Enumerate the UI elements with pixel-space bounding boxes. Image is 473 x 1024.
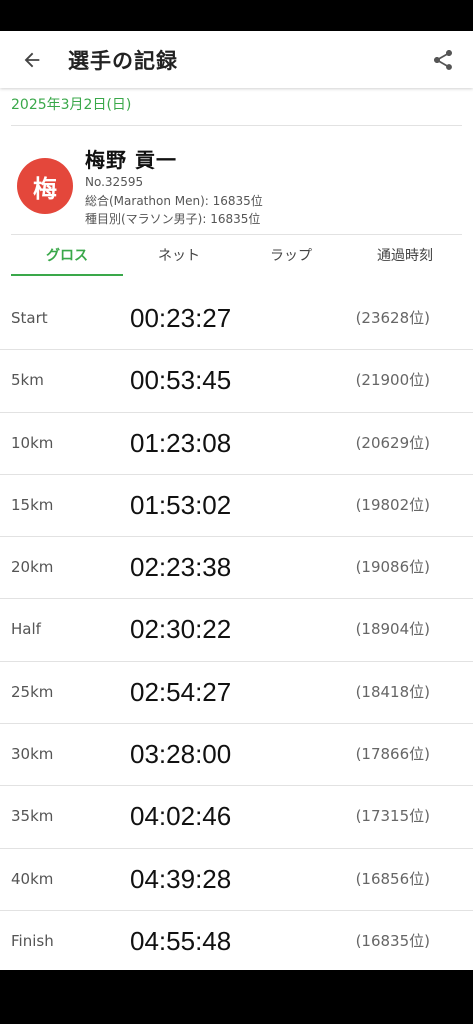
split-rank: (21900位) <box>355 371 430 390</box>
avatar: 梅 <box>17 158 73 214</box>
split-rank: (17315位) <box>355 807 430 826</box>
split-rank: (17866位) <box>355 745 430 764</box>
category-rank: 種目別(マラソン男子): 16835位 <box>85 212 261 226</box>
divider <box>11 234 462 235</box>
overall-rank: 総合(Marathon Men): 16835位 <box>85 194 263 208</box>
split-label: 25km <box>11 682 54 701</box>
race-date: 2025年3月2日(日) <box>11 97 132 113</box>
split-rank: (18904位) <box>355 620 430 639</box>
split-time: 04:02:46 <box>130 801 232 832</box>
page-title: 選手の記録 <box>68 48 178 73</box>
split-rank: (16856位) <box>355 869 430 888</box>
back-button[interactable] <box>10 38 54 82</box>
share-button[interactable] <box>421 38 465 82</box>
split-rank: (19802位) <box>355 495 430 514</box>
split-label: 35km <box>11 807 54 826</box>
top-app-bar: 選手の記録 <box>0 31 473 88</box>
split-time: 00:53:45 <box>130 365 232 396</box>
split-label: 30km <box>11 745 54 764</box>
split-time: 04:39:28 <box>130 863 232 894</box>
split-rank: (16835位) <box>355 931 430 950</box>
split-label: Start <box>11 309 48 327</box>
table-row: 35km 04:02:46 (17315位) <box>0 786 473 849</box>
split-label: 20km <box>11 558 54 577</box>
split-time: 02:23:38 <box>130 552 232 583</box>
table-row: 5km 00:53:45 (21900位) <box>0 350 473 413</box>
table-row: 25km 02:54:27 (18418位) <box>0 662 473 725</box>
table-row: Start 00:23:27 (23628位) <box>0 288 473 351</box>
tab-net[interactable]: ネット <box>123 236 235 276</box>
split-rank: (19086位) <box>355 558 430 577</box>
table-row: 10km 01:23:08 (20629位) <box>0 413 473 475</box>
split-time: 02:54:27 <box>130 676 232 707</box>
tab-indicator <box>11 274 123 276</box>
tab-passing-time[interactable]: 通過時刻 <box>347 236 463 276</box>
split-label: 15km <box>11 495 54 514</box>
split-time: 01:53:02 <box>130 489 232 520</box>
runner-number: No.32595 <box>85 175 144 189</box>
split-time: 04:55:48 <box>130 925 232 956</box>
split-label: 5km <box>11 371 44 390</box>
split-time: 03:28:00 <box>130 739 232 770</box>
share-icon <box>434 50 452 70</box>
table-row: 30km 03:28:00 (17866位) <box>0 724 473 787</box>
table-row: 40km 04:39:28 (16856位) <box>0 849 473 911</box>
split-list: Start 00:23:27 (23628位) 5km 00:53:45 (21900位)… <box>0 288 473 970</box>
status-bar <box>0 0 473 31</box>
split-time: 01:23:08 <box>130 427 232 458</box>
navigation-bar <box>0 970 473 1024</box>
split-label: 40km <box>11 869 54 888</box>
table-row: 20km 02:23:38 (19086位) <box>0 537 473 600</box>
table-row: Half 02:30:22 (18904位) <box>0 599 473 662</box>
split-label: Half <box>11 620 41 639</box>
split-time: 00:23:27 <box>130 303 232 333</box>
split-time: 02:30:22 <box>130 614 232 645</box>
tab-bar: グロス ネット ラップ 通過時刻 <box>0 236 473 288</box>
runner-name: 梅野 貢一 <box>85 148 177 172</box>
table-row: 15km 01:53:02 (19802位) <box>0 475 473 538</box>
table-row: Finish 04:55:48 (16835位) <box>0 911 473 970</box>
split-rank: (23628位) <box>355 309 430 327</box>
tab-gross[interactable]: グロス <box>11 236 123 276</box>
split-rank: (18418位) <box>355 682 430 701</box>
app-screen: 選手の記録 2025年3月2日(日) 梅 梅野 貢一 No.32595 総合(M… <box>0 31 473 970</box>
tab-lap[interactable]: ラップ <box>235 236 347 276</box>
arrow-left-icon <box>24 52 40 67</box>
runner-profile: 梅 梅野 貢一 No.32595 総合(Marathon Men): 16835… <box>0 126 473 234</box>
split-label: 10km <box>11 433 54 452</box>
split-rank: (20629位) <box>355 433 430 452</box>
split-label: Finish <box>11 931 54 950</box>
